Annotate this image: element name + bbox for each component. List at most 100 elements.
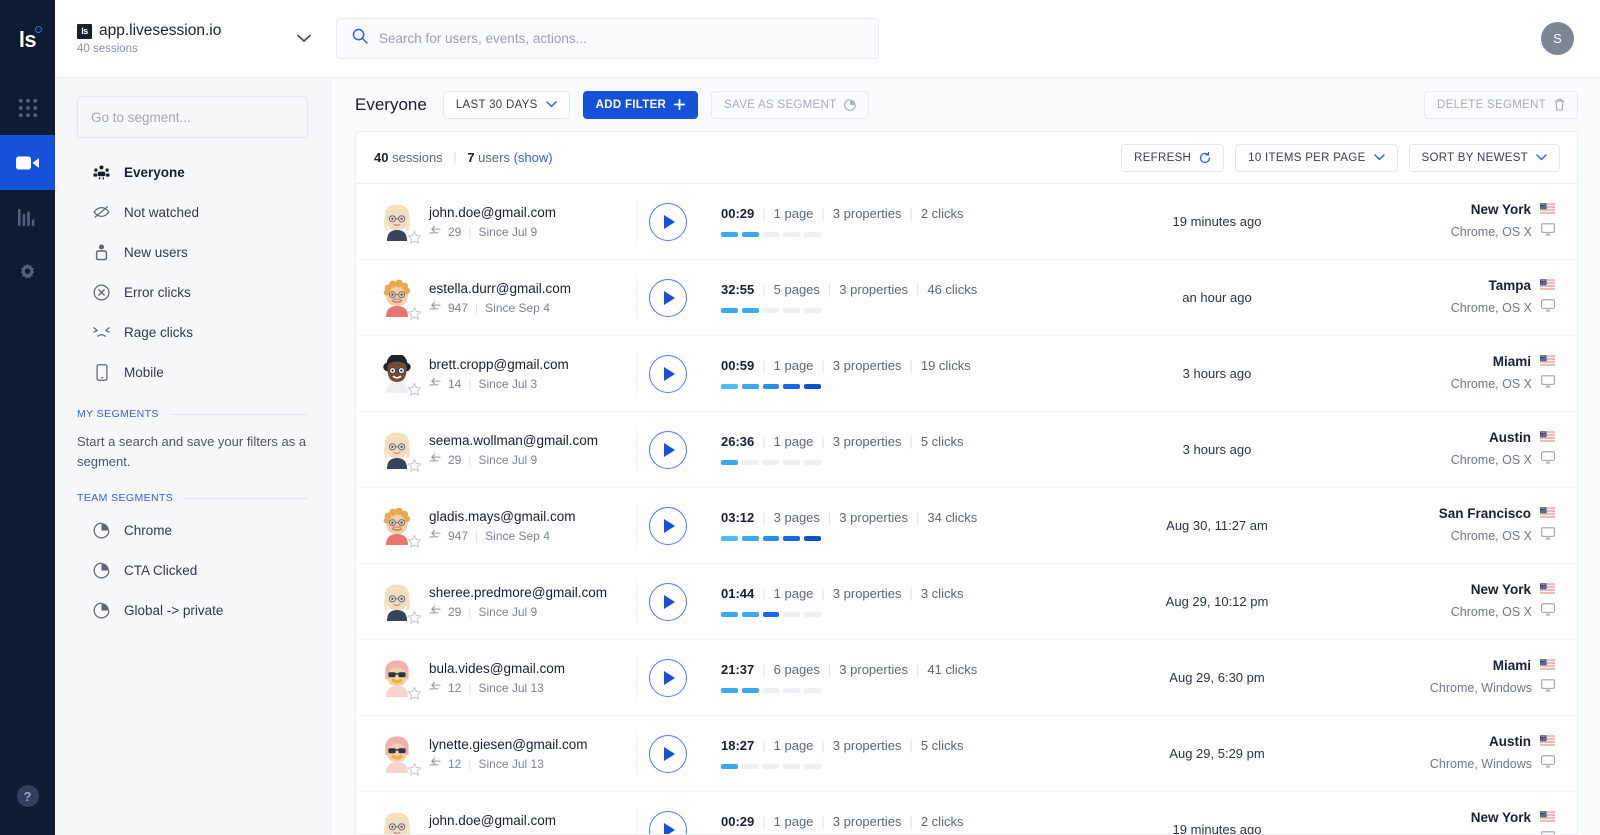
table-row[interactable]: gladis.mays@gmail.com 947 | Since Sep 4 …: [356, 488, 1577, 564]
user-text: john.doe@gmail.com 29 | Since Jul 9: [429, 813, 556, 835]
table-row[interactable]: lynette.giesen@gmail.com 12 | Since Jul …: [356, 716, 1577, 792]
sort-by-button[interactable]: SORT BY NEWEST: [1409, 144, 1560, 172]
session-time-ago: Aug 30, 11:27 am: [1072, 518, 1362, 533]
search-input[interactable]: [379, 31, 863, 46]
engagement-progress-bar: [721, 308, 821, 313]
table-row[interactable]: john.doe@gmail.com 29 | Since Jul 9 00:2…: [356, 184, 1577, 260]
divider: |: [909, 814, 912, 829]
progress-segment: [783, 384, 800, 389]
session-user-cell[interactable]: brett.cropp@gmail.com 14 | Since Jul 3: [356, 355, 636, 393]
table-row[interactable]: sheree.predmore@gmail.com 29 | Since Jul…: [356, 564, 1577, 640]
session-user-cell[interactable]: john.doe@gmail.com 29 | Since Jul 9: [356, 203, 636, 241]
help-button[interactable]: ?: [0, 785, 55, 807]
play-icon[interactable]: [649, 431, 687, 469]
play-cell[interactable]: [637, 583, 699, 621]
livesession-logo[interactable]: ls: [0, 0, 55, 80]
play-cell[interactable]: [637, 735, 699, 773]
session-user-cell[interactable]: seema.wollman@gmail.com 29 | Since Jul 9: [356, 431, 636, 469]
pie-chart-icon: [93, 602, 110, 619]
session-user-cell[interactable]: gladis.mays@gmail.com 947 | Since Sep 4: [356, 507, 636, 545]
play-icon[interactable]: [649, 203, 687, 241]
session-user-cell[interactable]: bula.vides@gmail.com 12 | Since Jul 13: [356, 659, 636, 697]
sidebar-item-cta-clicked[interactable]: CTA Clicked: [77, 550, 308, 590]
rail-item-settings[interactable]: [0, 245, 55, 300]
delete-segment-button[interactable]: DELETE SEGMENT: [1424, 91, 1578, 119]
play-cell[interactable]: [637, 431, 699, 469]
sidebar-item-rage-clicks[interactable]: Rage clicks: [77, 312, 308, 352]
returning-visits-icon: [429, 377, 441, 391]
session-user-cell[interactable]: john.doe@gmail.com 29 | Since Jul 9: [356, 811, 636, 835]
divider: |: [828, 510, 831, 525]
sidebar-item-chrome[interactable]: Chrome: [77, 510, 308, 550]
star-outline-icon[interactable]: [407, 762, 422, 777]
session-clicks: 41 clicks: [927, 662, 977, 677]
table-row-partial[interactable]: john.doe@gmail.com 29 | Since Jul 9 00:2…: [356, 792, 1577, 834]
star-outline-icon[interactable]: [407, 686, 422, 701]
play-icon[interactable]: [649, 659, 687, 697]
play-cell[interactable]: [637, 659, 699, 697]
play-cell[interactable]: [637, 355, 699, 393]
table-row[interactable]: seema.wollman@gmail.com 29 | Since Jul 9…: [356, 412, 1577, 488]
star-outline-icon[interactable]: [407, 382, 422, 397]
logo-text: ls: [19, 27, 36, 53]
show-users-link[interactable]: (show): [514, 150, 553, 165]
location-city: Miami: [1493, 658, 1531, 673]
global-search[interactable]: [336, 18, 879, 59]
project-selector[interactable]: ls app.livesession.io 40 sessions: [55, 22, 331, 55]
star-outline-icon[interactable]: [407, 534, 422, 549]
star-outline-icon[interactable]: [407, 458, 422, 473]
play-cell[interactable]: [637, 279, 699, 317]
sidebar-item-global-private[interactable]: Global -> private: [77, 590, 308, 630]
play-cell[interactable]: [637, 507, 699, 545]
progress-segment: [742, 460, 759, 465]
goto-segment-input[interactable]: Go to segment...: [77, 96, 308, 138]
play-icon[interactable]: [649, 735, 687, 773]
divider: |: [916, 510, 919, 525]
session-clicks: 5 clicks: [921, 738, 964, 753]
rail-item-analytics[interactable]: [0, 190, 55, 245]
browser-os: Chrome, OS X: [1451, 301, 1532, 315]
rail-item-apps[interactable]: [0, 80, 55, 135]
play-icon[interactable]: [649, 811, 687, 835]
sidebar-item-mobile[interactable]: Mobile: [77, 352, 308, 392]
session-pages: 3 pages: [774, 510, 820, 525]
chevron-down-icon[interactable]: [297, 30, 311, 48]
play-cell[interactable]: [637, 203, 699, 241]
session-user-cell[interactable]: sheree.predmore@gmail.com 29 | Since Jul…: [356, 583, 636, 621]
session-counts: 40 sessions | 7 users (show): [374, 150, 553, 165]
user-avatar[interactable]: S: [1541, 22, 1574, 55]
session-user-cell[interactable]: lynette.giesen@gmail.com 12 | Since Jul …: [356, 735, 636, 773]
play-icon[interactable]: [649, 507, 687, 545]
sidebar-item-error-clicks[interactable]: Error clicks: [77, 272, 308, 312]
star-outline-icon[interactable]: [407, 230, 422, 245]
play-icon[interactable]: [649, 279, 687, 317]
play-cell[interactable]: [637, 811, 699, 835]
star-outline-icon[interactable]: [407, 306, 422, 321]
sidebar-item-new-users[interactable]: New users: [77, 232, 308, 272]
rail-item-sessions[interactable]: [0, 135, 55, 190]
date-range-button[interactable]: LAST 30 DAYS: [443, 91, 570, 119]
since-date: Since Jul 9: [478, 453, 537, 467]
star-outline-icon[interactable]: [407, 610, 422, 625]
sidebar-item-label: Not watched: [124, 205, 199, 220]
session-properties: 3 properties: [833, 814, 902, 829]
items-per-page-label: 10 ITEMS PER PAGE: [1248, 152, 1365, 164]
desktop-monitor-icon: [1541, 527, 1555, 545]
sessions-card-wrap: 40 sessions | 7 users (show) REFRESH: [331, 131, 1600, 835]
table-row[interactable]: estella.durr@gmail.com 947 | Since Sep 4…: [356, 260, 1577, 336]
play-icon[interactable]: [649, 355, 687, 393]
progress-segment: [742, 764, 759, 769]
us-flag-icon: [1540, 735, 1555, 748]
sidebar-item-everyone[interactable]: Everyone: [77, 152, 308, 192]
add-filter-button[interactable]: ADD FILTER: [583, 91, 699, 119]
save-as-segment-button[interactable]: SAVE AS SEGMENT: [711, 91, 869, 119]
refresh-button[interactable]: REFRESH: [1121, 144, 1224, 172]
items-per-page-button[interactable]: 10 ITEMS PER PAGE: [1235, 144, 1397, 172]
analytics-bars-icon: [18, 209, 37, 226]
session-user-cell[interactable]: estella.durr@gmail.com 947 | Since Sep 4: [356, 279, 636, 317]
returning-visits-icon: [429, 453, 441, 467]
play-icon[interactable]: [649, 583, 687, 621]
sidebar-item-not-watched[interactable]: Not watched: [77, 192, 308, 232]
table-row[interactable]: brett.cropp@gmail.com 14 | Since Jul 3 0…: [356, 336, 1577, 412]
table-row[interactable]: bula.vides@gmail.com 12 | Since Jul 13 2…: [356, 640, 1577, 716]
